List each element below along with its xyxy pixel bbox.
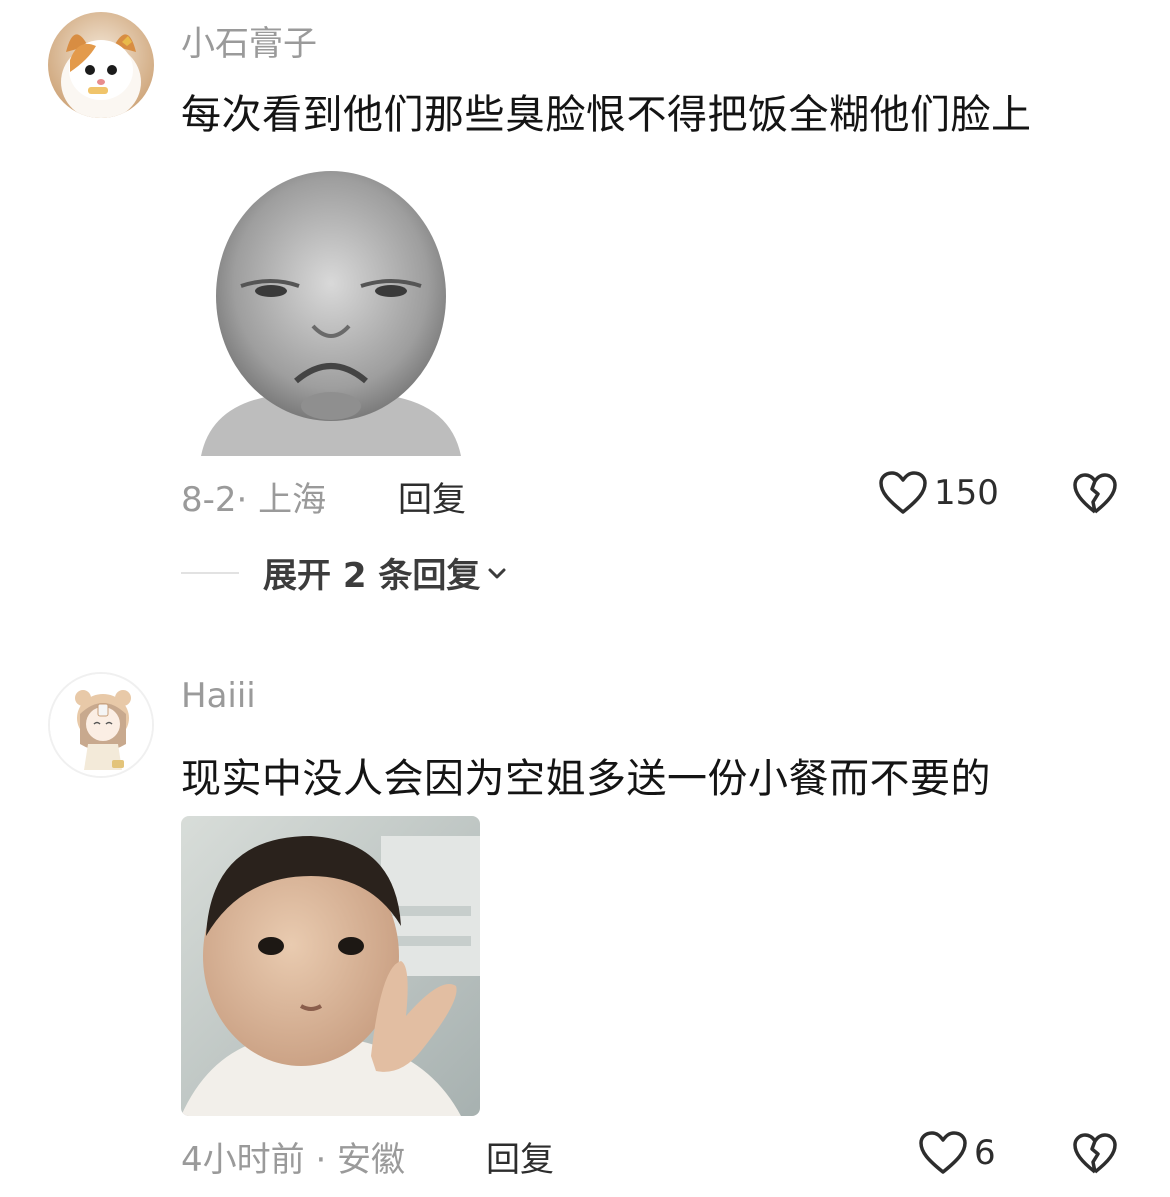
comment-time-location: 8-2· 上海 [181,480,327,520]
heart-outline-icon [879,471,927,514]
anime-girl-avatar-icon [50,674,152,776]
reply-button[interactable]: 回复 [486,1132,554,1181]
reply-button[interactable]: 回复 [398,472,466,521]
expand-replies-row[interactable]: 展开 2 条回复 [181,548,508,597]
comment-item: 小石膏子 每次看到他们那些臭脸恨不得把饭全糊他们脸上 8-2· 上海 回复 15… [0,0,1170,600]
expand-divider [181,571,239,574]
grumpy-baby-image [181,156,480,456]
chevron-down-icon [488,568,506,578]
comment-item: Haiii 现实中没人会因为空姐多送一份小餐而不要的 4小时前 · 安徽 回复 … [0,660,1170,1197]
like-button[interactable]: 6 [918,1130,996,1176]
like-count: 150 [934,473,999,513]
avatar[interactable] [48,12,154,118]
dislike-button[interactable] [1072,472,1118,520]
broken-heart-icon [1073,1133,1117,1174]
comment-time-location: 4小时前 · 安徽 [181,1140,406,1180]
like-count: 6 [974,1133,996,1173]
comment-image[interactable] [181,156,480,456]
dislike-button[interactable] [1072,1132,1118,1180]
username[interactable]: Haiii [181,676,256,716]
comment-image[interactable] [181,816,480,1116]
cat-avatar-icon [48,12,154,118]
broken-heart-icon [1073,473,1117,514]
toddler-photo-image [181,816,480,1116]
avatar[interactable] [48,672,154,778]
like-button[interactable]: 150 [878,470,999,516]
comment-text: 每次看到他们那些臭脸恨不得把饭全糊他们脸上 [181,92,1032,138]
username[interactable]: 小石膏子 [181,16,317,65]
expand-replies-label[interactable]: 展开 2 条回复 [263,548,480,597]
heart-outline-icon [919,1131,967,1174]
comment-text: 现实中没人会因为空姐多送一份小餐而不要的 [181,756,991,802]
